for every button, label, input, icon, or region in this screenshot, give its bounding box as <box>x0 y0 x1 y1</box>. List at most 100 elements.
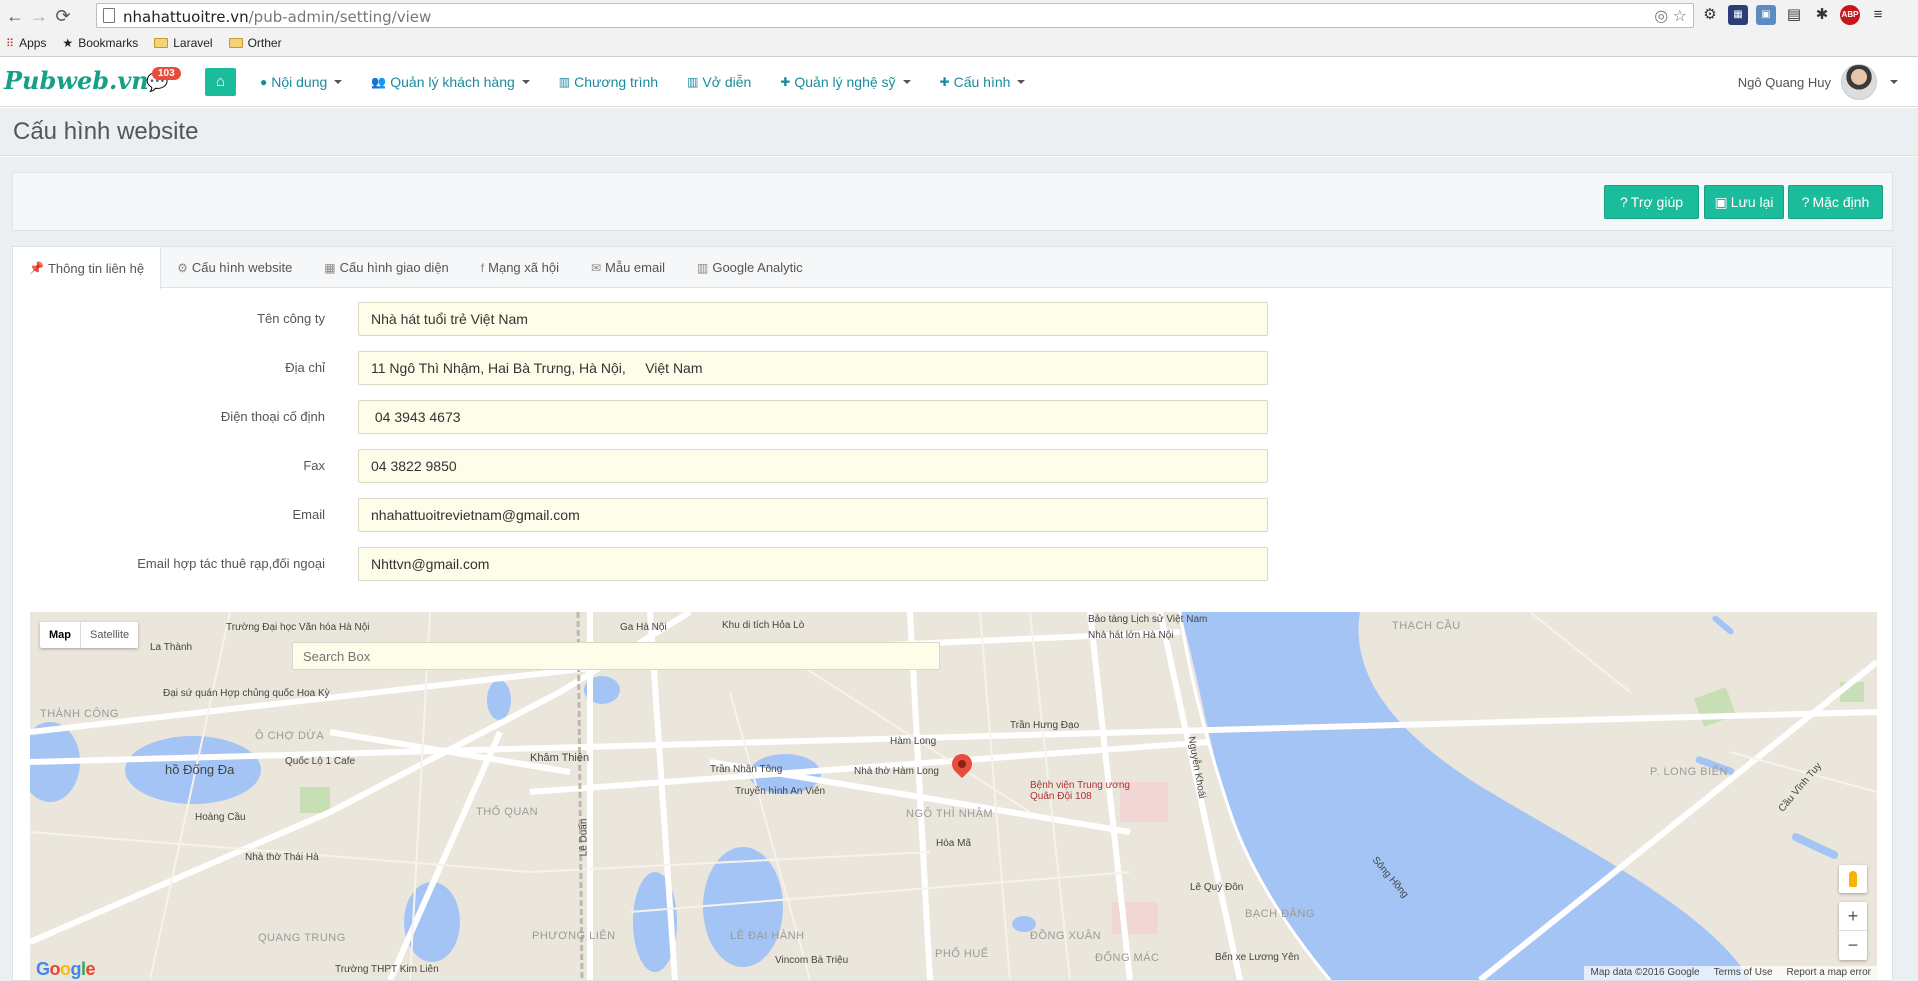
bookmark-orther[interactable]: Orther <box>228 36 282 50</box>
map-label: Hoàng Cầu <box>195 812 246 823</box>
company-input[interactable] <box>358 302 1268 336</box>
email-partner-input[interactable] <box>358 547 1268 581</box>
save-button[interactable]: ▣ Lưu lại <box>1704 185 1784 219</box>
map-label: Trường THPT Kim Liên <box>335 964 439 975</box>
bookmark-laravel[interactable]: Laravel <box>154 36 213 50</box>
star-icon[interactable]: ◎ ☆ <box>1654 6 1687 26</box>
map-label: Lê Duẩn <box>578 818 590 857</box>
extension-icon[interactable]: ▣ <box>1756 5 1776 25</box>
main-menu: ● Nội dung 👥 Quản lý khách hàng ▥ Chương tr… <box>260 57 1054 107</box>
apps-icon: ⠿ <box>6 37 15 50</box>
bookmark-apps[interactable]: ⠿ Apps <box>6 36 46 50</box>
report-error-link[interactable]: Report a map error <box>1787 966 1871 980</box>
map-label: La Thành <box>150 642 193 653</box>
menu-quan-ly-nghe-sy[interactable]: ✚ Quản lý nghệ sỹ <box>780 74 911 90</box>
calendar-icon[interactable]: ▤ <box>1784 5 1804 25</box>
menu-chuong-trinh[interactable]: ▥ Chương trình <box>559 74 658 90</box>
menu-vo-dien[interactable]: ▥ Vở diễn <box>687 74 751 90</box>
default-button[interactable]: ? Mặc định <box>1788 185 1883 219</box>
map-label: QUANG TRUNG <box>258 932 346 944</box>
address-bar[interactable]: nhahattuoitre.vn/pub-admin/setting/view … <box>96 3 1694 28</box>
fax-label: Fax <box>303 458 325 473</box>
tab-mang-xa-hoi[interactable]: f Mạng xã hội <box>465 247 575 288</box>
map-label: Bệnh viện Trung ương Quân Đội 108 <box>1030 780 1130 802</box>
address-input[interactable] <box>358 351 1268 385</box>
tab-thong-tin-lien-he[interactable]: 📌 Thông tin liên hệ <box>13 247 162 289</box>
back-icon[interactable]: ← <box>4 5 26 27</box>
tab-cau-hinh-giao-dien[interactable]: ▦ Cấu hình giao diện <box>308 247 465 288</box>
map-label: Khu di tích Hỏa Lò <box>722 620 805 631</box>
fax-input[interactable] <box>358 449 1268 483</box>
menu-quan-ly-khach-hang[interactable]: 👥 Quản lý khách hàng <box>371 74 530 90</box>
bookmark-bookmarks[interactable]: ★ Bookmarks <box>62 36 138 50</box>
tab-cau-hinh-website[interactable]: ⚙ Cấu hình website <box>161 247 308 288</box>
map-label: Nhà thờ Thái Hà <box>245 852 319 863</box>
map-type-map[interactable]: Map <box>40 622 81 648</box>
bug-icon[interactable]: ✱ <box>1812 5 1832 25</box>
pin-icon: 📌 <box>29 261 44 275</box>
extensions: ⚙ ▦ ▣ ▤ ✱ ABP ≡ <box>1700 5 1888 27</box>
map-type-satellite[interactable]: Satellite <box>81 622 138 648</box>
map-label: Trần Hưng Đạo <box>1010 720 1080 731</box>
tab-google-analytic[interactable]: ▥ Google Analytic <box>681 247 819 288</box>
brand-logo[interactable]: Pubweb.vn <box>4 66 149 95</box>
map-label: Hòa Mã <box>936 838 972 849</box>
user-menu[interactable]: Ngô Quang Huy <box>1738 64 1898 100</box>
forward-icon[interactable]: → <box>28 5 50 27</box>
form-row-fax: Fax <box>13 449 1280 483</box>
users-icon: 👥 <box>371 75 387 89</box>
email-input[interactable] <box>358 498 1268 532</box>
tab-mau-email[interactable]: ✉ Mẫu email <box>575 247 681 288</box>
map-data-credit: Map data ©2016 Google <box>1590 967 1700 978</box>
map-search-input[interactable] <box>292 642 940 670</box>
folder-icon <box>154 38 169 48</box>
settings-tabs: 📌 Thông tin liên hệ ⚙ Cấu hình website ▦ Cấ… <box>13 247 1892 289</box>
reload-icon[interactable]: ⟳ <box>52 5 74 27</box>
map-label: LÊ ĐẠI HÀNH <box>730 930 805 942</box>
folder-icon <box>228 38 243 48</box>
help-button[interactable]: ? Trợ giúp <box>1604 185 1699 219</box>
form-row-email-partner: Email hợp tác thuê rạp,đối ngoại <box>13 547 1280 581</box>
question-icon: ? <box>1619 194 1628 210</box>
company-label: Tên công ty <box>257 311 325 326</box>
chart-icon: ▥ <box>558 75 571 89</box>
home-button[interactable]: ⌂ <box>205 68 236 96</box>
form-row-address: Địa chỉ <box>13 351 1280 385</box>
zoom-in-button[interactable]: + <box>1839 902 1867 931</box>
address-label: Địa chỉ <box>285 360 325 375</box>
google-map[interactable]: Trường Đại học Văn hóa Hà Nội Ga Hà Nội … <box>30 612 1877 980</box>
browser-toolbar: ← → ⟳ nhahattuoitre.vn/pub-admin/setting… <box>0 0 1918 57</box>
email-label: Email <box>292 507 325 522</box>
map-label: Khâm Thiên <box>530 752 590 764</box>
map-label: Trần Nhân Tông <box>710 764 783 775</box>
adblock-icon[interactable]: ABP <box>1840 5 1860 25</box>
url-text[interactable]: nhahattuoitre.vn/pub-admin/setting/view <box>123 8 431 26</box>
grid-icon: ▦ <box>324 260 336 275</box>
map-label: Ga Hà Nội <box>620 622 667 633</box>
puzzle-icon: ✚ <box>939 75 950 89</box>
map-label: hồ Đống Đa <box>165 762 235 777</box>
question-icon: ? <box>1801 194 1810 210</box>
settings-panel: 📌 Thông tin liên hệ ⚙ Cấu hình website ▦ Cấ… <box>12 246 1893 981</box>
menu-noi-dung[interactable]: ● Nội dung <box>260 74 343 90</box>
map-label: PHƯƠNG LIÊN <box>532 930 616 942</box>
avatar <box>1841 64 1877 100</box>
star-icon: ★ <box>62 36 74 50</box>
menu-icon[interactable]: ≡ <box>1868 5 1888 25</box>
map-label: Vincom Bà Triệu <box>775 955 849 966</box>
street-view-icon[interactable] <box>1839 865 1867 893</box>
toolbar-panel: ? Trợ giúp ▣ Lưu lại ? Mặc định <box>12 172 1893 231</box>
address-row: ← → ⟳ nhahattuoitre.vn/pub-admin/setting… <box>0 0 1918 31</box>
map-label: Nhà thờ Hàm Long <box>854 766 939 777</box>
gear-icon[interactable]: ⚙ <box>1700 5 1720 25</box>
zoom-out-button[interactable]: − <box>1839 931 1867 960</box>
caret-down-icon <box>1890 80 1898 84</box>
terms-link[interactable]: Terms of Use <box>1714 966 1773 980</box>
map-label: Lê Quý Đôn <box>1190 882 1244 893</box>
page-header: Cấu hình website <box>0 108 1918 156</box>
menu-cau-hinh[interactable]: ✚ Cấu hình <box>940 74 1026 90</box>
globe-icon: ● <box>260 75 268 89</box>
phone-input[interactable] <box>358 400 1268 434</box>
user-name: Ngô Quang Huy <box>1737 74 1831 90</box>
extension-icon[interactable]: ▦ <box>1728 5 1748 25</box>
